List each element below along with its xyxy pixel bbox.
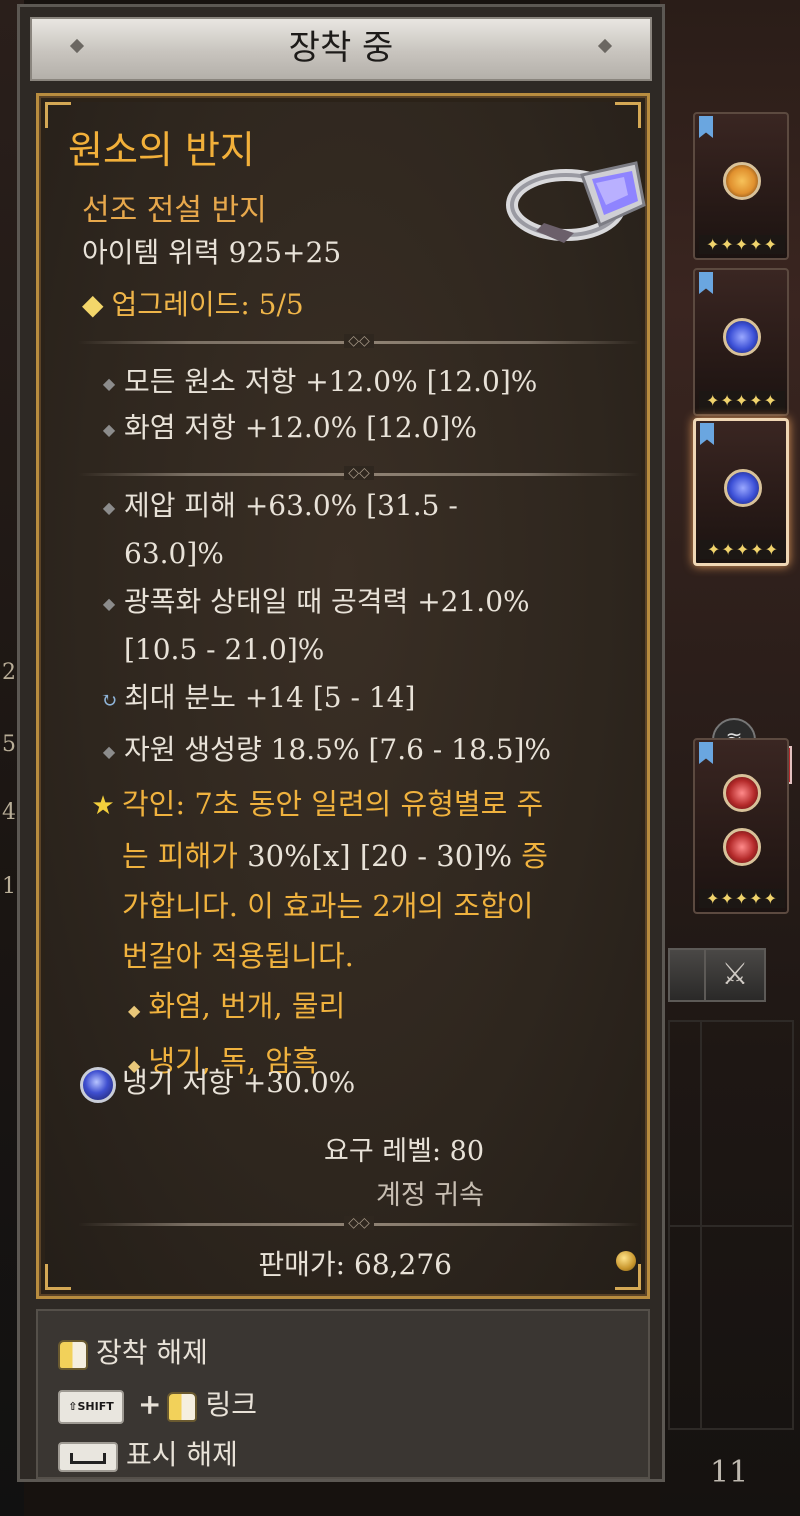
ring-item-icon: [506, 161, 646, 243]
small-diamond-icon: ◆: [128, 1001, 141, 1020]
bookmark-flag-icon: [699, 116, 713, 138]
sapphire-gem-icon: [724, 469, 762, 507]
upgrade-status: ◆ 업그레이드: 5/5: [82, 283, 304, 323]
tooltip-title-bar: 장착 중: [30, 17, 652, 81]
side-number: 5: [2, 732, 16, 757]
space-key-icon: [58, 1441, 118, 1472]
rivet-icon: [69, 38, 85, 54]
item-tooltip: 장착 중 원소의 반지 선조 전설 반지 아이템 위력 925+25 ◆ 업그레이…: [17, 4, 665, 1482]
sapphire-gem-icon: [723, 318, 761, 356]
required-level: 요구 레벨: 80: [324, 1136, 484, 1167]
unequip-action[interactable]: 장착 해제: [58, 1331, 208, 1371]
socketed-gem: 냉기 저항 +30.0%: [80, 1061, 355, 1103]
account-bound: 계정 귀속: [376, 1180, 484, 1211]
equipment-slot-ring-2[interactable]: ✦✦✦✦✦: [693, 418, 789, 566]
diamond-bullet-icon: ◆: [102, 741, 116, 761]
diamond-bullet-icon: ◆: [102, 373, 116, 393]
ruby-gem-icon: [723, 828, 761, 866]
item-type: 선조 전설 반지: [82, 193, 267, 228]
side-number: 4: [2, 800, 16, 825]
slot-stars: ✦✦✦✦✦: [700, 540, 786, 559]
divider-ornament-icon: ◇◇: [344, 466, 374, 480]
section-divider: ◇◇: [78, 334, 640, 348]
frame-corner: [615, 102, 641, 128]
reroll-cycle-icon: ↻: [100, 687, 118, 712]
stat-line: ↻ 최대 분노 +14 [5 - 14]: [94, 675, 654, 723]
equipment-slot-weapon[interactable]: ✦✦✦✦✦: [693, 738, 789, 914]
stat-line: ◆ 광폭화 상태일 때 공격력 +21.0% [10.5 - 21.0]%: [94, 579, 654, 673]
stat-line: ◆ 제압 피해 +63.0% [31.5 - 63.0]%: [94, 483, 654, 577]
mouse-click-icon: [58, 1339, 88, 1370]
diamond-bullet-icon: ◆: [102, 497, 116, 517]
shift-key-icon: ⇧SHIFT: [58, 1389, 124, 1424]
equipment-slot-amulet[interactable]: ✦✦✦✦✦: [693, 112, 789, 260]
crossed-swords-icon[interactable]: ⚔: [704, 948, 766, 1002]
amber-gem-icon: [723, 162, 761, 200]
stat-line: ◆ 자원 생성량 18.5% [7.6 - 18.5]%: [94, 727, 654, 775]
rivet-icon: [597, 38, 613, 54]
upgrade-label: 업그레이드: 5/5: [111, 288, 304, 321]
mouse-click-icon: [167, 1391, 198, 1422]
sell-price: 판매가: 68,276: [258, 1248, 452, 1281]
diamond-bullet-icon: ◆: [102, 419, 116, 439]
hide-action[interactable]: 표시 해제: [58, 1433, 238, 1473]
stat-line: ◆ 화염 저항 +12.0% [12.0]%: [94, 405, 654, 453]
bookmark-flag-icon: [700, 423, 714, 445]
gold-coin-icon: [616, 1251, 636, 1271]
divider-ornament-icon: ◇◇: [344, 1216, 374, 1230]
side-number: 1: [2, 874, 16, 899]
star-icon: ★: [91, 791, 115, 821]
tooltip-title: 장착 중: [288, 28, 394, 68]
frame-corner: [45, 1264, 71, 1290]
diamond-sparkle-icon: ◆: [82, 288, 104, 321]
slot-stars: ✦✦✦✦✦: [699, 391, 785, 410]
aspect-combo: ◆ 화염, 번개, 물리: [128, 989, 346, 1023]
legendary-aspect: ★ 각인: 7초 동안 일련의 유형별로 주 는 피해가 30%[x] [20 -…: [84, 779, 650, 1091]
page-number: 11: [710, 1455, 749, 1490]
divider-ornament-icon: ◇◇: [344, 334, 374, 348]
equipment-slot-ring-1[interactable]: ✦✦✦✦✦: [693, 268, 789, 416]
grid-divider: [668, 1225, 794, 1227]
link-action[interactable]: ⇧SHIFT + 링크: [58, 1383, 257, 1424]
side-number: 2: [2, 660, 16, 685]
slot-stars: ✦✦✦✦✦: [699, 889, 785, 908]
ruby-gem-icon: [723, 774, 761, 812]
stat-line: ◆ 모든 원소 저항 +12.0% [12.0]%: [94, 359, 654, 407]
slot-stars: ✦✦✦✦✦: [699, 235, 785, 254]
bookmark-flag-icon: [699, 272, 713, 294]
item-power: 아이템 위력 925+25: [82, 236, 342, 269]
section-divider: ◇◇: [78, 1216, 640, 1230]
diamond-bullet-icon: ◆: [102, 593, 116, 613]
item-name: 원소의 반지: [68, 128, 255, 172]
bookmark-flag-icon: [699, 742, 713, 764]
section-divider: ◇◇: [78, 466, 640, 480]
controls-panel: 장착 해제 ⇧SHIFT + 링크 표시 해제: [36, 1309, 650, 1479]
sapphire-gem-icon: [80, 1066, 116, 1103]
